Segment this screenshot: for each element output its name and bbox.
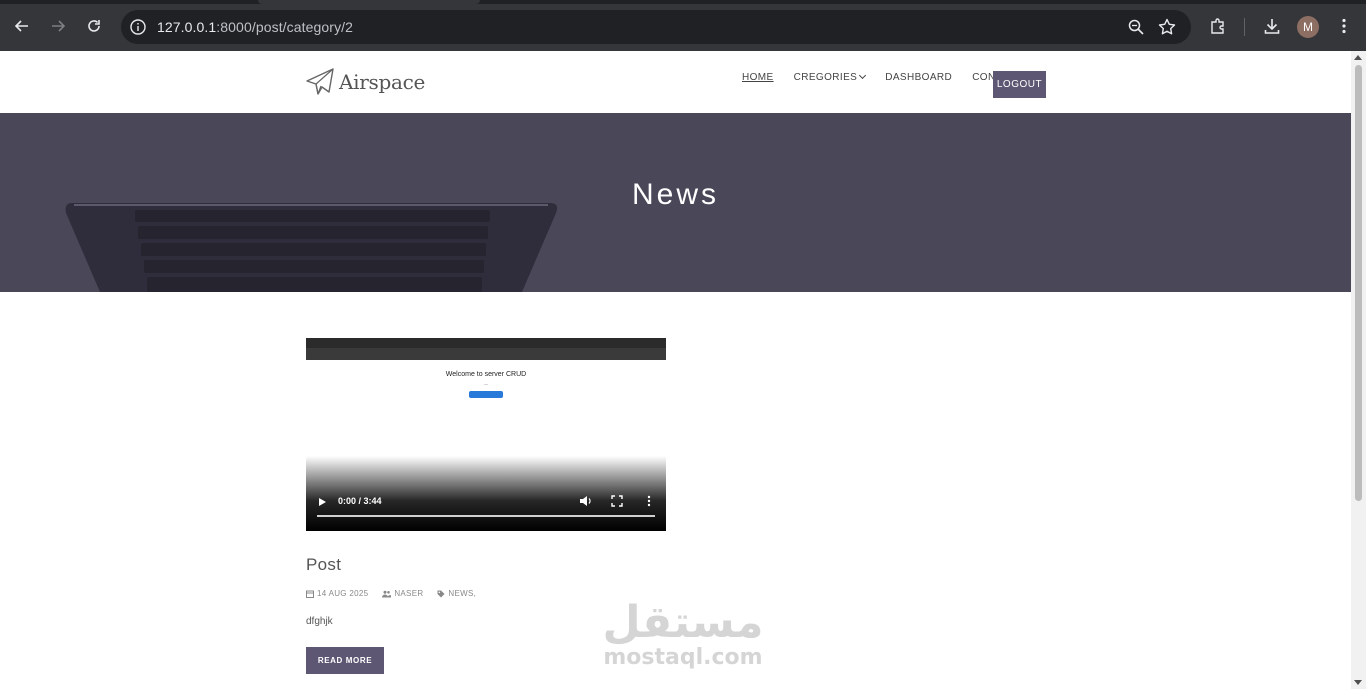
logo-text: Airspace [339,70,426,94]
more-options-icon[interactable] [646,495,652,507]
video-time: 0:00 / 3:44 [338,496,382,506]
watermark-latin: mostaql.com [603,645,763,670]
page-scrollbar[interactable] [1351,51,1366,689]
nav-categories[interactable]: CREGORIES [793,71,867,83]
chevron-down-icon [859,71,867,80]
post-date-text: 14 AUG 2025 [317,589,369,598]
video-preview-title: Welcome to server CRUD [445,371,527,378]
forward-icon[interactable] [47,15,69,37]
download-icon[interactable] [1261,15,1283,37]
logout-button[interactable]: LOGOUT [993,71,1046,98]
hero-banner: News [0,113,1351,292]
profile-avatar[interactable]: M [1297,16,1319,38]
browser-menu-icon[interactable] [1333,15,1355,37]
paper-plane-icon [306,68,334,95]
scrollbar-thumb[interactable] [1355,65,1362,501]
reload-icon[interactable] [83,15,105,37]
video-player[interactable]: Welcome to server CRUD — 0:00 / 3:44 [306,338,666,531]
post-author-text[interactable]: NASER [394,589,423,598]
play-icon[interactable] [319,498,326,506]
browser-toolbar: 127.0.0.1:8000/post/category/2 M [0,0,1366,51]
scroll-up-arrow-icon[interactable] [1354,55,1362,60]
read-more-button[interactable]: READ MORE [306,647,384,674]
watermark-arabic: مستقل [602,597,764,648]
site-header: Airspace HOME CREGORIES DASHBOARD CONTAC… [0,51,1351,113]
users-icon [382,590,392,597]
site-info-icon[interactable] [129,18,147,36]
video-preview-button [469,391,503,398]
post-title[interactable]: Post [306,555,666,575]
toolbar-divider [1244,18,1245,36]
mostaql-watermark: مستقل mostaql.com [598,599,768,669]
url-path: :8000/post/category/2 [216,19,354,35]
address-bar[interactable]: 127.0.0.1:8000/post/category/2 [121,10,1191,44]
volume-icon[interactable] [579,495,593,507]
post-author: NASER [382,589,423,598]
bookmark-star-icon[interactable] [1157,17,1177,37]
tag-icon [437,590,445,597]
zoom-icon[interactable] [1127,18,1145,36]
nav-categories-label: CREGORIES [793,72,858,83]
scroll-down-arrow-icon[interactable] [1354,680,1362,685]
fullscreen-icon[interactable] [611,495,623,507]
url-host: 127.0.0.1 [157,19,217,35]
video-preview-url-bar [306,348,666,360]
post-category-text[interactable]: NEWS, [448,589,476,598]
page-title: News [631,178,719,211]
video-preview-subtitle: — [484,381,488,386]
site-logo[interactable]: Airspace [305,67,425,97]
nav-home[interactable]: HOME [742,72,774,83]
active-tab[interactable] [258,0,480,4]
post-category: NEWS, [437,589,476,598]
calendar-icon [306,590,314,598]
page-viewport: Airspace HOME CREGORIES DASHBOARD CONTAC… [0,51,1366,689]
post-date: 14 AUG 2025 [306,589,368,598]
url-text[interactable]: 127.0.0.1:8000/post/category/2 [157,19,353,35]
tab-strip [0,0,1366,4]
video-controls: 0:00 / 3:44 [306,491,666,531]
video-progress-track[interactable] [317,515,655,517]
nav-dashboard[interactable]: DASHBOARD [885,72,952,83]
extensions-icon[interactable] [1207,15,1229,37]
back-icon[interactable] [11,15,33,37]
